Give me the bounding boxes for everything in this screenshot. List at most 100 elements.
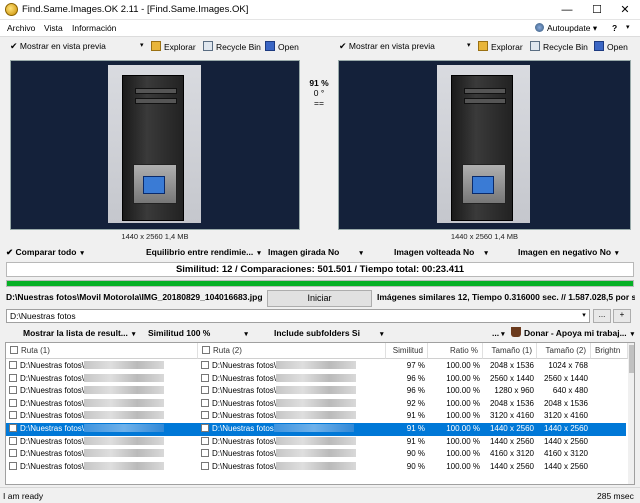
row-checkbox[interactable] — [9, 398, 17, 407]
rotated-dropdown[interactable]: Imagen girada No ▾ — [268, 247, 363, 257]
menu-vista[interactable]: Vista — [44, 23, 63, 33]
minimize-button[interactable]: — — [552, 0, 582, 20]
folder-path-input[interactable]: D:\Nuestras fotos — [6, 309, 590, 323]
left-show-preview[interactable]: ✔ Mostrar en vista previa — [10, 41, 106, 52]
explorer-icon — [478, 41, 488, 51]
col-brightness[interactable]: Brightn — [591, 343, 628, 359]
left-preview-pane[interactable] — [10, 60, 300, 230]
balance-dropdown[interactable]: Equilibrio entre rendimie... ▾ — [146, 247, 261, 257]
cell-tamano1: 2048 x 1536 — [483, 398, 537, 411]
row-checkbox[interactable] — [9, 449, 17, 458]
col-ruta2[interactable]: Ruta (2) — [198, 343, 386, 359]
right-preview-pane[interactable] — [338, 60, 631, 230]
cell-text: 1440 x 2560 — [543, 461, 588, 471]
path-dropdown-icon[interactable]: ▾ — [578, 310, 590, 322]
table-row[interactable]: D:\Nuestras fotos\ D:\Nuestras fotos\ 90 %… — [6, 461, 626, 474]
right-preview-dropdown[interactable]: ▾ — [467, 41, 471, 49]
col-tamano2[interactable]: Tamaño (2) — [537, 343, 591, 359]
left-explore-label: Explorar — [164, 42, 196, 52]
row-checkbox[interactable] — [201, 361, 209, 369]
row-checkbox[interactable] — [9, 411, 17, 420]
collapse-chevron-icon[interactable]: ▾ — [626, 23, 630, 31]
left-open-button[interactable]: Open — [265, 41, 299, 52]
row-checkbox[interactable] — [201, 373, 209, 382]
table-row[interactable]: D:\Nuestras fotos\ D:\Nuestras fotos\ 91 %… — [6, 436, 626, 449]
col-similitud[interactable]: Similitud — [386, 343, 428, 359]
right-open-label: Open — [607, 42, 628, 52]
row-checkbox[interactable] — [201, 411, 209, 420]
progress-fill — [7, 281, 633, 286]
row-checkbox[interactable] — [201, 386, 209, 395]
close-button[interactable]: ✕ — [610, 0, 640, 20]
menu-archivo[interactable]: Archivo — [7, 23, 35, 33]
table-row[interactable]: D:\Nuestras fotos\ D:\Nuestras fotos\ 92 %… — [6, 398, 626, 411]
redacted-path — [84, 398, 165, 407]
left-preview-dropdown[interactable]: ▾ — [140, 41, 144, 49]
start-button[interactable]: Iniciar — [267, 290, 372, 307]
browse-button[interactable]: ... — [593, 309, 611, 323]
scrollbar-thumb[interactable] — [629, 345, 634, 373]
table-row[interactable]: D:\Nuestras fotos\ D:\Nuestras fotos\ 97 %… — [6, 360, 626, 373]
cell-similitud: 92 % — [386, 398, 428, 411]
col-tamano1[interactable]: Tamaño (1) — [483, 343, 537, 359]
cell-text: 1280 x 960 — [494, 386, 534, 396]
col-ruta1[interactable]: Ruta (1) — [6, 343, 198, 359]
row-checkbox[interactable] — [9, 386, 17, 395]
similarity-threshold-dropdown[interactable]: Similitud 100 % ▾ — [148, 328, 248, 338]
table-row[interactable]: D:\Nuestras fotos\ D:\Nuestras fotos\ 91 %… — [6, 410, 626, 423]
current-file-path: D:\Nuestras fotos\Movil Motorola\IMG_201… — [6, 292, 262, 302]
timing-text: 285 msec — [597, 491, 634, 501]
compare-all-toggle[interactable]: ✔ Comparar todo ▾ — [6, 247, 84, 258]
select-all-right-checkbox[interactable] — [202, 346, 210, 354]
row-checkbox[interactable] — [9, 424, 17, 432]
results-table[interactable]: Ruta (1) Ruta (2) Similitud Ratio % Tama… — [5, 342, 635, 485]
show-list-dropdown[interactable]: Mostrar la lista de result... ▾ — [23, 328, 135, 338]
negative-dropdown[interactable]: Imagen en negativo No ▾ — [518, 247, 619, 257]
autoupdate-link[interactable]: Autoupdate ▾ — [535, 23, 597, 34]
right-recycle-button[interactable]: Recycle Bin — [530, 41, 588, 52]
row-checkbox[interactable] — [9, 361, 17, 369]
right-show-preview[interactable]: ✔ Mostrar en vista previa — [339, 41, 435, 52]
row-checkbox[interactable] — [9, 461, 17, 470]
cell-text: 100.00 % — [446, 386, 480, 396]
table-row[interactable]: D:\Nuestras fotos\ D:\Nuestras fotos 91 % 1… — [6, 423, 626, 436]
cell-similitud: 90 % — [386, 448, 428, 461]
row-checkbox[interactable] — [201, 436, 209, 445]
table-row[interactable]: D:\Nuestras fotos\ D:\Nuestras fotos\ 90 %… — [6, 448, 626, 461]
select-all-left-checkbox[interactable] — [10, 346, 18, 354]
cell-text: D:\Nuestras fotos\ — [20, 398, 85, 408]
redacted-path — [84, 424, 165, 432]
table-row[interactable]: D:\Nuestras fotos\ D:\Nuestras fotos\ 96 %… — [6, 385, 626, 398]
cell-ruta1: D:\Nuestras fotos\ — [6, 373, 198, 386]
left-recycle-button[interactable]: Recycle Bin — [203, 41, 261, 52]
subfolders-dropdown[interactable]: Include subfolders Si ▾ — [274, 328, 383, 338]
maximize-button[interactable]: ☐ — [582, 0, 612, 20]
right-explore-button[interactable]: Explorar — [478, 41, 523, 52]
donate-button[interactable]: Donar - Apoya mi trabaj... ▾ — [511, 327, 634, 338]
vertical-scrollbar[interactable] — [628, 343, 634, 484]
col-ratio[interactable]: Ratio % — [428, 343, 483, 359]
redacted-path — [276, 461, 357, 470]
more-button[interactable]: ... ▾ — [492, 328, 505, 338]
add-path-button[interactable]: + — [613, 309, 631, 323]
cell-text: 100.00 % — [446, 424, 480, 433]
help-button[interactable]: ? — [612, 23, 617, 33]
row-checkbox[interactable] — [9, 436, 17, 445]
table-row[interactable]: D:\Nuestras fotos\ D:\Nuestras fotos\ 96 %… — [6, 373, 626, 386]
cell-ruta1: D:\Nuestras fotos\ — [6, 436, 198, 449]
row-checkbox[interactable] — [201, 461, 209, 470]
check-icon: ✔ — [10, 41, 18, 51]
row-checkbox[interactable] — [9, 373, 17, 382]
right-open-button[interactable]: Open — [594, 41, 628, 52]
row-checkbox[interactable] — [201, 449, 209, 458]
flipped-dropdown[interactable]: Imagen volteada No ▾ — [394, 247, 488, 257]
row-checkbox[interactable] — [201, 398, 209, 407]
cell-text: D:\Nuestras fotos\ — [212, 398, 277, 408]
menu-informacion[interactable]: Información — [72, 23, 116, 33]
app-icon — [5, 3, 18, 16]
col-ruta1-label: Ruta (1) — [21, 346, 50, 355]
cell-tamano1: 2048 x 1536 — [483, 360, 537, 373]
row-checkbox[interactable] — [201, 424, 209, 432]
right-show-preview-label: Mostrar en vista previa — [348, 41, 435, 51]
left-explore-button[interactable]: Explorar — [151, 41, 196, 52]
